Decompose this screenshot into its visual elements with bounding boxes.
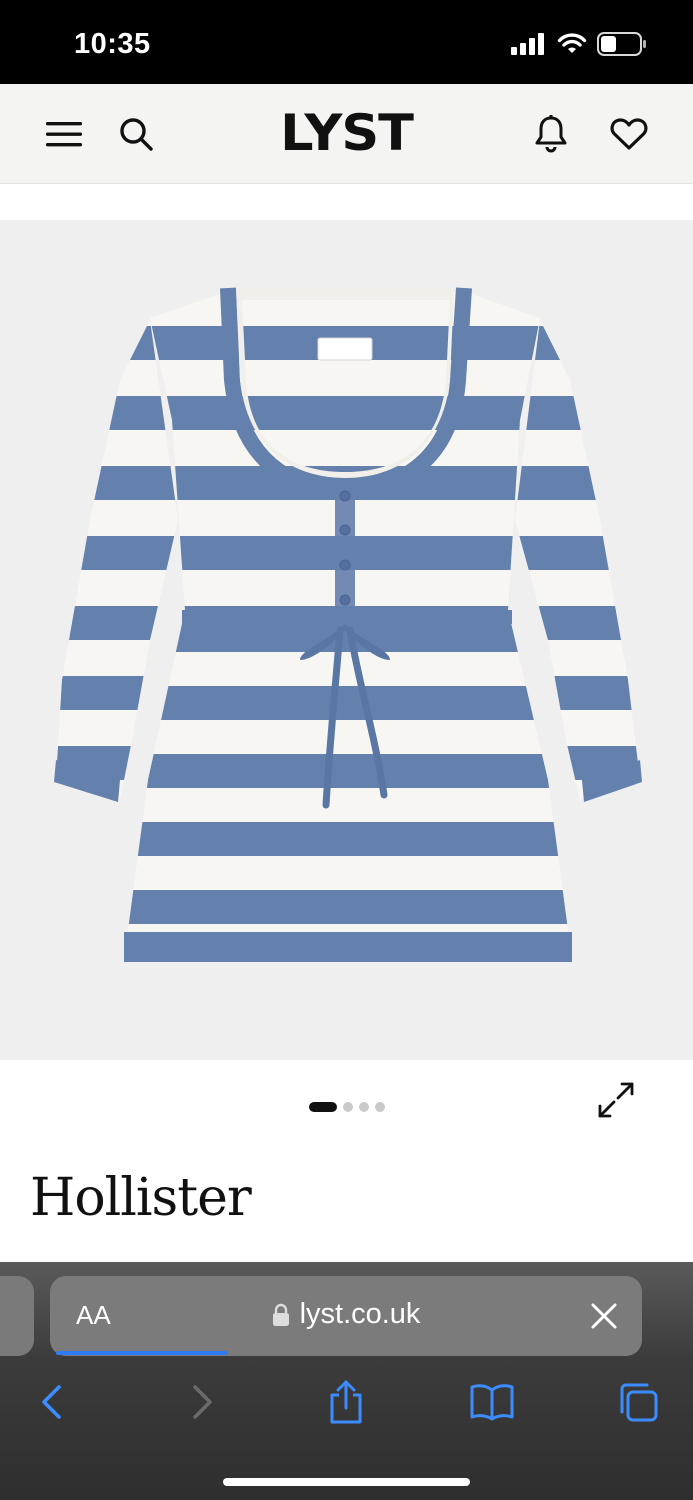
wifi-icon — [557, 33, 587, 53]
lock-icon — [272, 1304, 289, 1327]
back-button[interactable] — [28, 1378, 76, 1426]
status-icons — [511, 32, 647, 56]
site-header: LYST — [0, 84, 693, 184]
bookmarks-icon — [470, 1384, 514, 1421]
lyst-logo[interactable]: LYST — [0, 104, 693, 162]
expand-image-button[interactable] — [594, 1078, 638, 1122]
share-button[interactable] — [322, 1378, 370, 1426]
carousel-dot[interactable] — [342, 1102, 353, 1112]
tabs-button[interactable] — [614, 1378, 662, 1426]
browser-bottom-bar: AA lyst.co.uk — [0, 1262, 693, 1500]
status-time: 10:35 — [74, 28, 151, 60]
image-carousel-dots — [0, 1102, 693, 1112]
notifications-button[interactable] — [529, 112, 573, 156]
stop-loading-button[interactable] — [588, 1300, 620, 1332]
previous-tab-card[interactable] — [0, 1276, 34, 1356]
carousel-dot[interactable] — [374, 1102, 385, 1112]
forward-icon — [193, 1385, 212, 1419]
expand-icon — [598, 1082, 634, 1118]
striped-dress-image — [54, 287, 642, 962]
signal-icon — [511, 33, 544, 55]
page-load-progress — [56, 1351, 228, 1355]
url-display[interactable]: lyst.co.uk — [50, 1298, 642, 1331]
address-bar[interactable]: AA lyst.co.uk — [50, 1276, 642, 1356]
carousel-dot[interactable] — [308, 1102, 337, 1112]
url-text: lyst.co.uk — [299, 1298, 421, 1330]
wishlist-button[interactable] — [607, 112, 651, 156]
tabs-icon — [620, 1383, 658, 1422]
bookmarks-button[interactable] — [468, 1378, 516, 1426]
product-brand[interactable]: Hollister — [30, 1168, 252, 1228]
status-bar: 10:35 — [0, 0, 693, 84]
home-indicator[interactable] — [223, 1478, 470, 1486]
forward-button[interactable] — [178, 1378, 226, 1426]
battery-icon — [597, 32, 646, 56]
close-icon — [591, 1303, 617, 1329]
back-icon — [42, 1385, 61, 1419]
heart-icon — [610, 118, 648, 150]
bell-icon — [535, 115, 567, 153]
carousel-dot[interactable] — [358, 1102, 369, 1112]
share-icon — [330, 1380, 362, 1424]
product-image[interactable] — [0, 220, 693, 1060]
